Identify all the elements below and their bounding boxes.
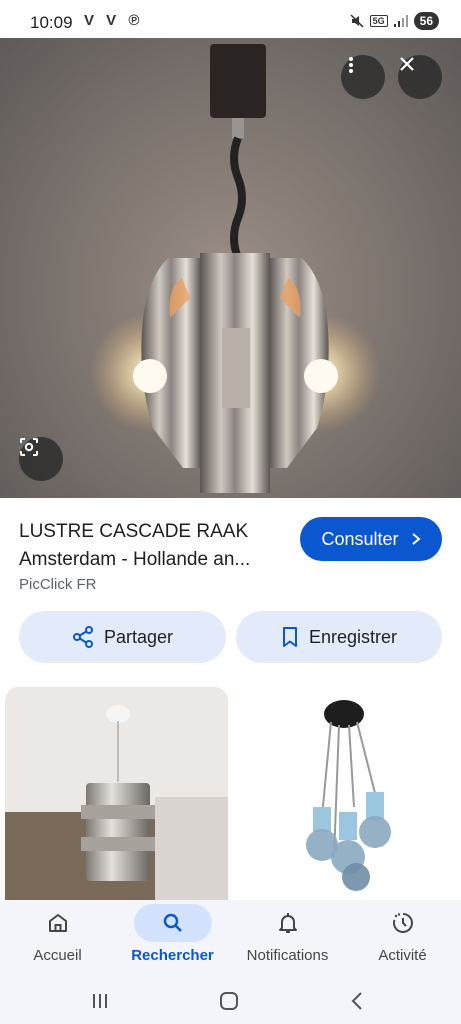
thumbnail-image [5, 687, 228, 901]
status-app-icons: V V ℗ [84, 12, 144, 29]
network-badge: 5G [369, 15, 388, 27]
signal-icon [393, 15, 408, 27]
thumbnail-image [306, 700, 391, 891]
nav-home[interactable]: Accueil [0, 900, 115, 978]
share-icon [72, 626, 93, 648]
bookmark-icon [282, 627, 297, 647]
status-bar: 10:09 V V ℗ 5G 56 [0, 0, 461, 40]
home-system-button[interactable] [214, 986, 244, 1016]
consult-label: Consulter [321, 528, 399, 549]
chandelier-illustration [90, 44, 380, 493]
home-icon [48, 914, 67, 932]
close-button[interactable] [398, 55, 442, 99]
recents-icon [93, 994, 107, 1008]
more-options-button[interactable] [341, 55, 385, 99]
search-icon [163, 913, 182, 932]
nav-activity[interactable]: Activité [345, 900, 460, 978]
activity-icon [392, 913, 413, 933]
nav-search-label: Rechercher [131, 947, 214, 964]
nav-notifications-label: Notifications [246, 947, 329, 964]
nav-activity-label: Activité [378, 947, 427, 964]
back-button[interactable] [343, 986, 373, 1016]
bell-icon [278, 913, 297, 933]
save-button[interactable]: Enregistrer [236, 611, 442, 663]
home-pill-icon [220, 992, 238, 1010]
recents-button[interactable] [85, 986, 115, 1016]
chevron-right-icon [411, 533, 421, 545]
share-label: Partager [103, 626, 174, 647]
status-indicators: 5G 56 [350, 12, 439, 30]
more-vert-icon [349, 57, 353, 73]
mute-icon [350, 14, 364, 28]
nav-home-label: Accueil [33, 947, 82, 964]
share-button[interactable]: Partager [19, 611, 226, 663]
consult-button[interactable]: Consulter [300, 517, 442, 561]
result-source: PicClick FR [19, 576, 97, 593]
related-thumbnail[interactable] [5, 687, 228, 901]
result-title[interactable]: LUSTRE CASCADE RAAK Amsterdam - Hollande… [19, 518, 294, 574]
system-nav-bar [0, 978, 461, 1024]
nav-notifications[interactable]: Notifications [230, 900, 345, 978]
status-time: 10:09 [30, 13, 73, 32]
related-thumbnail[interactable] [236, 687, 456, 901]
bottom-nav: Accueil Rechercher Notifications Activit… [0, 900, 461, 978]
lens-search-button[interactable] [19, 437, 63, 481]
hero-image[interactable] [0, 38, 461, 498]
close-icon [400, 57, 414, 71]
lens-search-icon [20, 438, 38, 456]
battery-badge: 56 [413, 12, 439, 30]
nav-search[interactable]: Rechercher [115, 900, 230, 978]
save-label: Enregistrer [308, 626, 398, 647]
back-icon [351, 992, 362, 1010]
